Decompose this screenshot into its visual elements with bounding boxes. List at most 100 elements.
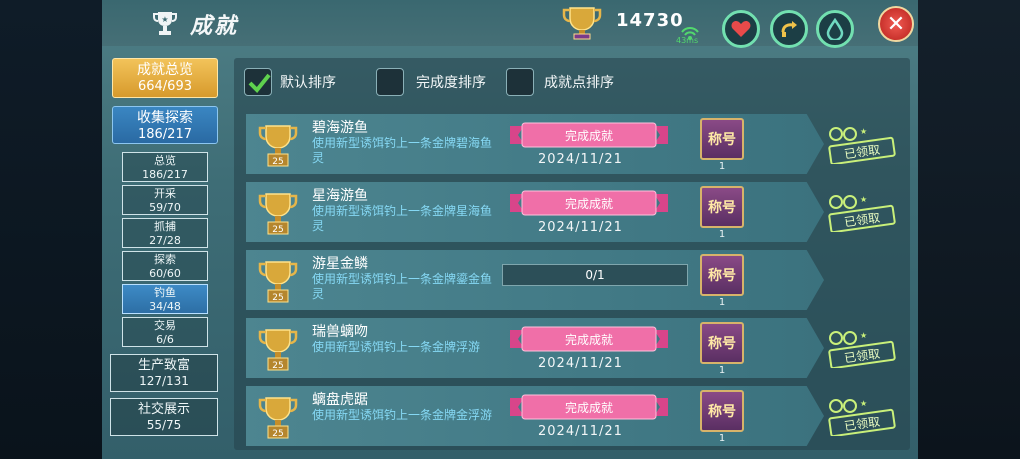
title-badge[interactable]: 称号 <box>700 390 744 432</box>
achievement-desc: 使用新型诱饵钓上一条金牌星海鱼灵 <box>312 204 493 233</box>
title-badge-count: 1 <box>718 229 726 240</box>
trophy-icon: 25 <box>258 261 298 303</box>
sub-count: 186/217 <box>142 168 188 181</box>
sub-label: 交易 <box>154 319 176 332</box>
sub-count: 6/6 <box>156 333 174 346</box>
svg-text:25: 25 <box>272 429 283 439</box>
sidebar-item-social[interactable]: 社交展示 55/75 <box>110 398 218 436</box>
trophy-icon: 25 <box>258 397 298 439</box>
title-badge-count: 1 <box>718 297 726 308</box>
close-button[interactable]: ✕ <box>878 6 914 42</box>
sidebar-sub-overview[interactable]: 总览 186/217 <box>122 152 208 182</box>
trophy-icon: 25 <box>258 125 298 167</box>
achievement-desc: 使用新型诱饵钓上一条金牌鎏金鱼灵 <box>312 272 493 301</box>
svg-text:★: ★ <box>860 399 867 408</box>
sort-default-checkbox[interactable] <box>244 68 272 96</box>
title-badge[interactable]: 称号 <box>700 254 744 296</box>
title-badge-count: 1 <box>718 161 726 172</box>
sidebar-item-count: 664/693 <box>137 79 192 94</box>
sort-points-label: 成就点排序 <box>544 75 614 91</box>
achievement-desc: 使用新型诱饵钓上一条金牌浮游 <box>312 340 481 354</box>
sub-count: 27/28 <box>149 234 181 247</box>
achievement-row[interactable]: 25 螭盘虎踞 使用新型诱饵钓上一条金牌金浮游 完成成就 2024/11/21 … <box>246 386 824 446</box>
sidebar-item-label: 收集探索 <box>137 110 193 126</box>
completion-status: 完成成就 <box>564 333 613 347</box>
swap-arrow-icon <box>781 21 797 37</box>
sort-completion-label: 完成度排序 <box>416 75 486 91</box>
achievement-name: 游星金鳞 <box>312 256 368 272</box>
trophy-icon: 25 <box>258 329 298 371</box>
panel-header: ★ 成就 14730 43ms ✕ <box>102 0 918 48</box>
claimed-stamp: ★ 已领取 <box>828 127 896 164</box>
svg-text:★: ★ <box>860 331 867 340</box>
sub-label: 总览 <box>154 154 176 167</box>
completion-status: 完成成就 <box>564 401 613 415</box>
completion-date: 2024/11/21 <box>538 220 623 235</box>
svg-text:25: 25 <box>272 225 283 235</box>
sidebar-item-count: 186/217 <box>137 127 192 142</box>
sidebar-sub-fishing[interactable]: 钓鱼 34/48 <box>122 284 208 314</box>
title-badge-count: 1 <box>718 365 726 376</box>
water-button[interactable] <box>816 10 854 48</box>
title-badge[interactable]: 称号 <box>700 186 744 228</box>
sidebar-item-label: 成就总览 <box>137 62 193 78</box>
sub-count: 60/60 <box>149 267 181 280</box>
sub-count: 59/70 <box>149 201 181 214</box>
sub-label: 探索 <box>154 253 176 266</box>
title-badge-count: 1 <box>718 433 726 444</box>
sub-label: 抓捕 <box>154 220 176 233</box>
sub-count: 34/48 <box>149 300 181 313</box>
progress-bar: 0/1 <box>502 264 688 286</box>
svg-text:★: ★ <box>860 127 867 136</box>
ping-text: 43ms <box>676 36 699 45</box>
completion-date: 2024/11/21 <box>538 424 623 439</box>
achievement-row[interactable]: 25 碧海游鱼 使用新型诱饵钓上一条金牌碧海鱼灵 完成成就 2024/11/21… <box>246 114 824 174</box>
achievement-name: 星海游鱼 <box>312 188 368 204</box>
sidebar-item-production[interactable]: 生产致富 127/131 <box>110 354 218 392</box>
refresh-button[interactable] <box>770 10 808 48</box>
achievement-list: 默认排序 完成度排序 成就点排序 25 碧海游鱼 使用新型诱饵钓上一条金牌碧海鱼… <box>234 58 910 450</box>
title-badge[interactable]: 称号 <box>700 118 744 160</box>
sort-default-label: 默认排序 <box>280 75 336 91</box>
sort-points-checkbox[interactable] <box>506 68 534 96</box>
heart-icon <box>731 21 751 37</box>
sidebar-sub-mining[interactable]: 开采 59/70 <box>122 185 208 215</box>
completion-date: 2024/11/21 <box>538 356 623 371</box>
sidebar-item-count: 55/75 <box>146 418 182 432</box>
achievement-row[interactable]: 25 游星金鳞 使用新型诱饵钓上一条金牌鎏金鱼灵 0/1 称号 1 <box>246 250 824 310</box>
svg-text:25: 25 <box>272 293 283 303</box>
claimed-stamp: ★ 已领取 <box>828 399 896 436</box>
sub-label: 钓鱼 <box>154 286 176 299</box>
claimed-stamp: ★ 已领取 <box>828 195 896 232</box>
checkmark-icon <box>248 73 271 93</box>
page-title: 成就 <box>190 14 239 39</box>
svg-text:★: ★ <box>161 15 168 24</box>
achievement-row[interactable]: 25 星海游鱼 使用新型诱饵钓上一条金牌星海鱼灵 完成成就 2024/11/21… <box>246 182 824 242</box>
sidebar-item-label: 社交展示 <box>137 402 190 417</box>
sidebar-item-count: 127/131 <box>139 374 189 388</box>
sidebar-sub-explore[interactable]: 探索 60/60 <box>122 251 208 281</box>
sidebar-sub-capture[interactable]: 抓捕 27/28 <box>122 218 208 248</box>
title-badge[interactable]: 称号 <box>700 322 744 364</box>
sidebar-item-label: 生产致富 <box>137 358 190 373</box>
completion-status: 完成成就 <box>564 129 613 143</box>
sub-label: 开采 <box>154 187 176 200</box>
achievement-score: 14730 <box>616 10 684 31</box>
achievement-row[interactable]: 25 瑞兽螭吻 使用新型诱饵钓上一条金牌浮游 完成成就 2024/11/21 称… <box>246 318 824 378</box>
sidebar-item-collect[interactable]: 收集探索 186/217 <box>112 106 218 144</box>
sidebar-item-overview[interactable]: 成就总览 664/693 <box>112 58 218 98</box>
close-icon: ✕ <box>886 11 906 37</box>
achievement-name: 螭盘虎踞 <box>312 392 368 408</box>
svg-text:★: ★ <box>860 195 867 204</box>
completion-status: 完成成就 <box>564 197 613 211</box>
claimed-stamp: ★ 已领取 <box>828 331 896 368</box>
heart-button[interactable] <box>722 10 760 48</box>
achievement-name: 碧海游鱼 <box>312 120 368 136</box>
achievement-panel: ★ 成就 14730 43ms ✕ 成就总览 664/693 收集探索 186/… <box>102 0 918 459</box>
sort-completion-checkbox[interactable] <box>376 68 404 96</box>
completion-date: 2024/11/21 <box>538 152 623 167</box>
sidebar-sub-trade[interactable]: 交易 6/6 <box>122 317 208 347</box>
background-right <box>918 0 1020 459</box>
achievement-name: 瑞兽螭吻 <box>312 324 368 340</box>
background-left <box>0 0 102 459</box>
